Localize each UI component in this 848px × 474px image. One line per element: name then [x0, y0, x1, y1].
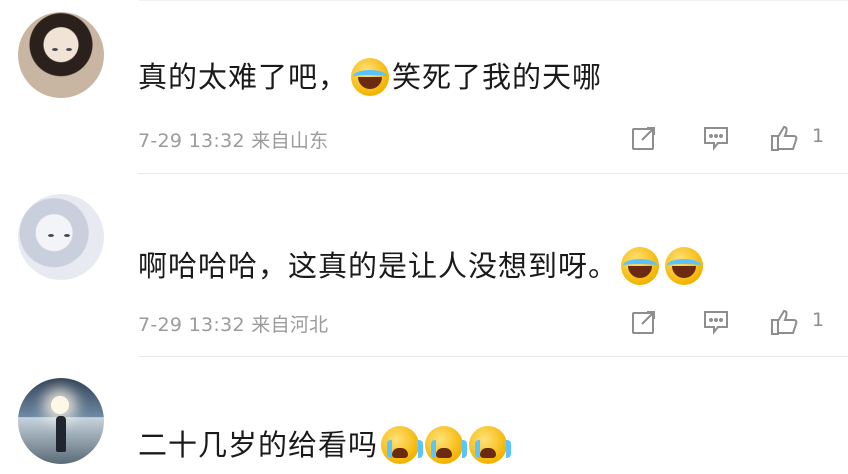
comment-time: 7-29 13:32 — [138, 130, 245, 152]
comment-text: 啊哈哈哈，这真的是让人没想到呀。 — [138, 247, 706, 285]
comment-icon[interactable] — [702, 124, 730, 152]
avatar-figure — [56, 416, 66, 452]
avatar[interactable] — [18, 378, 104, 464]
avatar-sun — [51, 396, 69, 414]
like-count: 1 — [812, 309, 825, 331]
comment-text-part: 笑死了我的天哪 — [392, 60, 603, 94]
crying-emoji-icon — [469, 426, 512, 464]
top-divider — [138, 0, 848, 1]
avatar[interactable] — [18, 194, 104, 280]
avatar[interactable] — [18, 12, 104, 98]
comment-location: 来自河北 — [251, 314, 329, 336]
like-count: 1 — [812, 125, 825, 147]
comment-text-part: 啊哈哈哈，这真的是让人没想到呀。 — [138, 249, 619, 283]
divider — [138, 173, 848, 174]
comment-feed: 真的太难了吧， 笑死了我的天哪 7-29 13:32 来自山东 1 啊哈哈哈，这… — [0, 0, 848, 474]
comment-time: 7-29 13:32 — [138, 314, 245, 336]
divider — [138, 356, 848, 357]
avatar-eye — [48, 234, 54, 237]
comment-text: 二十几岁的给看吗 — [138, 426, 512, 464]
thumbs-up-icon[interactable] — [770, 308, 798, 336]
thumbs-up-icon[interactable] — [770, 124, 798, 152]
avatar-eye — [52, 48, 58, 51]
avatar-eye — [64, 234, 70, 237]
share-icon[interactable] — [630, 124, 658, 152]
crying-emoji-icon — [381, 426, 424, 464]
comment-text-part: 真的太难了吧， — [138, 60, 349, 94]
comment-text: 真的太难了吧， 笑死了我的天哪 — [138, 58, 602, 96]
laughing-crying-emoji-icon — [351, 58, 390, 96]
comment-icon[interactable] — [702, 308, 730, 336]
share-icon[interactable] — [630, 308, 658, 336]
laughing-crying-emoji-icon — [665, 247, 704, 285]
crying-emoji-icon — [425, 426, 468, 464]
comment-text-part: 二十几岁的给看吗 — [138, 428, 379, 462]
avatar-eye — [66, 48, 72, 51]
laughing-crying-emoji-icon — [621, 247, 660, 285]
comment-meta: 7-29 13:32 来自河北 — [138, 310, 328, 337]
comment-meta: 7-29 13:32 来自山东 — [138, 126, 328, 153]
comment-location: 来自山东 — [251, 130, 329, 152]
